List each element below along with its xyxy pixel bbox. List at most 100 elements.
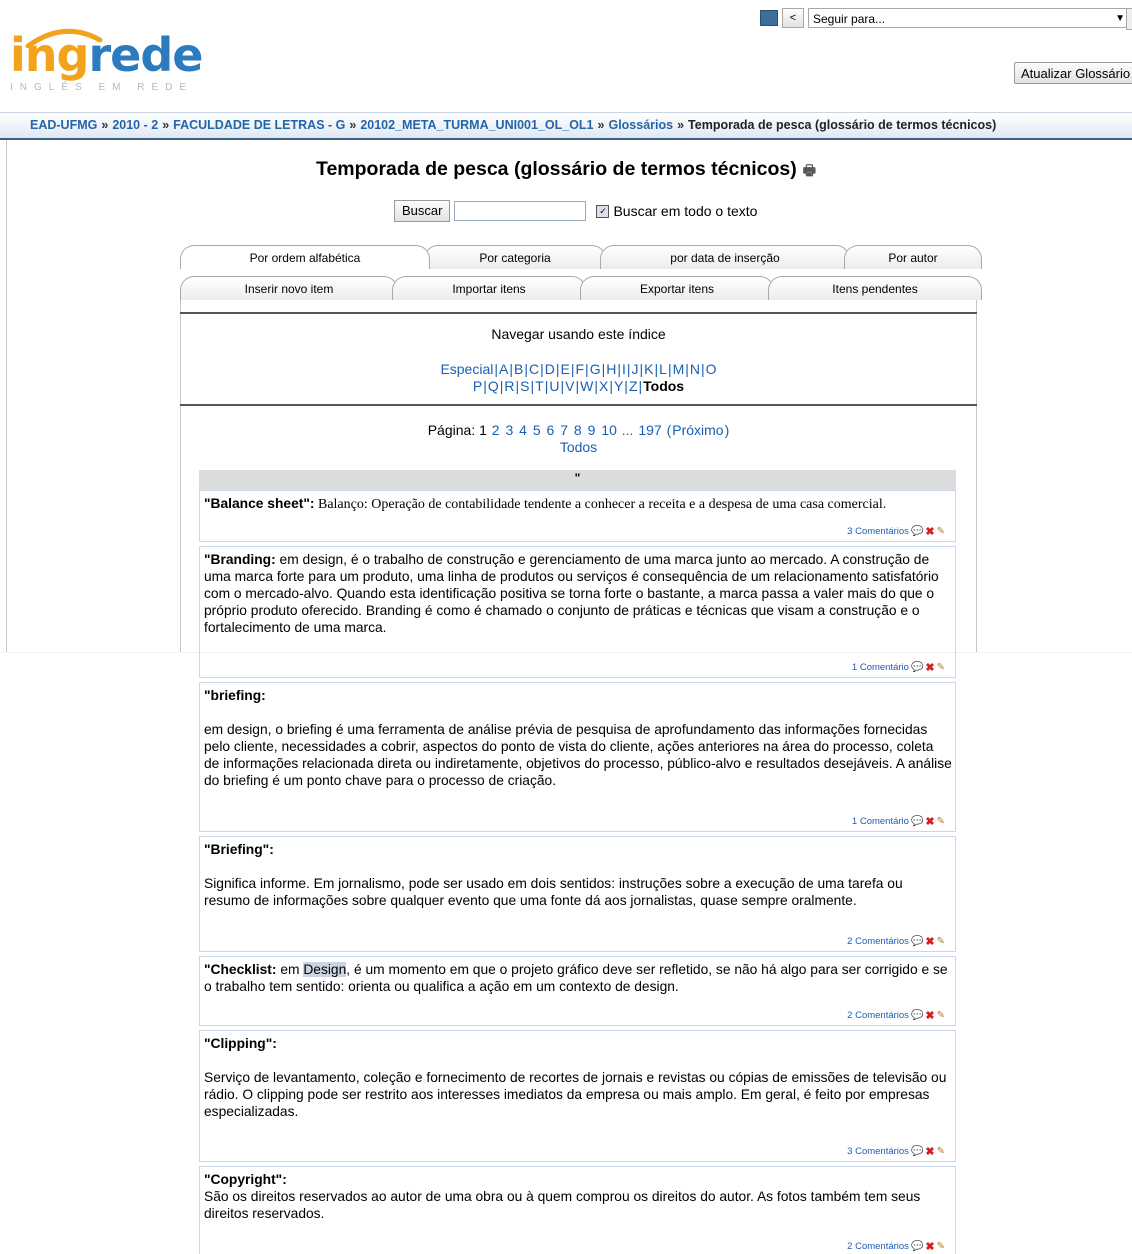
edit-icon[interactable]: ✎: [937, 936, 945, 947]
index-letter[interactable]: U: [549, 378, 559, 394]
next-activity-button[interactable]: [1126, 8, 1132, 30]
delete-icon[interactable]: ✖: [925, 525, 934, 538]
comments-link[interactable]: 1 Comentário: [852, 662, 909, 673]
fulltext-checkbox[interactable]: ✓: [596, 204, 610, 218]
comments-link[interactable]: 1 Comentário: [852, 816, 909, 827]
tab-category[interactable]: Por categoria: [424, 245, 606, 269]
index-letter[interactable]: I: [622, 361, 626, 377]
index-letter[interactable]: K: [644, 361, 653, 377]
comment-icon[interactable]: 💬: [911, 1241, 923, 1252]
page-link-last[interactable]: 197: [638, 422, 661, 438]
delete-icon[interactable]: ✖: [925, 1145, 934, 1158]
index-letter[interactable]: C: [529, 361, 539, 377]
edit-icon[interactable]: ✎: [937, 662, 945, 673]
index-letter[interactable]: Q: [488, 378, 499, 394]
index-letter[interactable]: E: [561, 361, 570, 377]
index-letter[interactable]: W: [580, 378, 593, 394]
index-letter[interactable]: D: [545, 361, 555, 377]
comments-link[interactable]: 3 Comentários: [847, 526, 909, 537]
index-letter[interactable]: X: [599, 378, 608, 394]
index-letter[interactable]: N: [690, 361, 700, 377]
index-special[interactable]: Especial: [440, 361, 493, 377]
page-all-link[interactable]: Todos: [560, 439, 597, 455]
printer-icon[interactable]: 🖶: [803, 160, 816, 184]
edit-icon[interactable]: ✎: [937, 816, 945, 827]
breadcrumb-term[interactable]: 2010 - 2: [112, 118, 158, 132]
delete-icon[interactable]: ✖: [925, 935, 934, 948]
index-letter[interactable]: S: [520, 378, 529, 394]
index-letter[interactable]: G: [590, 361, 601, 377]
page-link[interactable]: 3: [505, 422, 513, 438]
comment-icon[interactable]: 💬: [911, 816, 923, 827]
breadcrumb-separator: »: [162, 118, 170, 132]
site-logo[interactable]: ingrede INGLÊS EM REDE: [10, 28, 203, 93]
search-input[interactable]: [454, 201, 587, 221]
breadcrumb-faculty[interactable]: FACULDADE DE LETRAS - G: [173, 118, 345, 132]
index-letter[interactable]: B: [514, 361, 523, 377]
tab-add-entry[interactable]: Inserir novo item: [180, 276, 398, 300]
edit-icon[interactable]: ✎: [937, 1146, 945, 1157]
search-button[interactable]: Buscar: [394, 200, 451, 222]
next-page-link[interactable]: Próximo: [672, 422, 723, 438]
page-link[interactable]: 6: [547, 422, 555, 438]
delete-icon[interactable]: ✖: [925, 815, 934, 828]
jump-to-select[interactable]: Seguir para... ▼: [808, 8, 1130, 28]
index-letter[interactable]: J: [632, 361, 639, 377]
comments-link[interactable]: 3 Comentários: [847, 1146, 909, 1157]
update-glossary-button[interactable]: Atualizar Glossário: [1014, 62, 1132, 84]
index-letter[interactable]: A: [499, 361, 508, 377]
comments-link[interactable]: 2 Comentários: [847, 936, 909, 947]
edit-icon[interactable]: ✎: [937, 1241, 945, 1252]
page-link[interactable]: 5: [533, 422, 541, 438]
entry-term: "Briefing":: [204, 842, 274, 857]
breadcrumb-site[interactable]: EAD-UFMG: [30, 118, 97, 132]
comment-icon[interactable]: 💬: [911, 936, 923, 947]
tab-date[interactable]: por data de inserção: [600, 245, 850, 269]
page-link[interactable]: 8: [574, 422, 582, 438]
tab-pending[interactable]: Itens pendentes: [768, 276, 982, 300]
index-letter[interactable]: P: [473, 378, 482, 394]
breadcrumb-course[interactable]: 20102_META_TURMA_UNI001_OL_OL1: [360, 118, 593, 132]
comment-icon[interactable]: 💬: [911, 1010, 923, 1021]
page-link[interactable]: 10: [601, 422, 617, 438]
breadcrumb-glossaries[interactable]: Glossários: [608, 118, 673, 132]
entry-actions: 3 Comentários 💬 ✖ ✎: [847, 1145, 945, 1158]
index-letter[interactable]: T: [535, 378, 544, 394]
page-link[interactable]: 7: [560, 422, 568, 438]
delete-icon[interactable]: ✖: [925, 661, 934, 674]
index-letter[interactable]: L: [659, 361, 667, 377]
comment-icon[interactable]: 💬: [911, 526, 923, 537]
comments-link[interactable]: 2 Comentários: [847, 1241, 909, 1252]
index-letter[interactable]: H: [606, 361, 616, 377]
previous-activity-button[interactable]: <: [782, 8, 804, 28]
index-letter[interactable]: M: [673, 361, 685, 377]
comment-icon[interactable]: 💬: [911, 662, 923, 673]
index-letter[interactable]: O: [706, 361, 717, 377]
delete-icon[interactable]: ✖: [925, 1009, 934, 1022]
page-link[interactable]: 9: [588, 422, 596, 438]
jump-menu-icon[interactable]: [760, 10, 778, 26]
tab-alphabetical[interactable]: Por ordem alfabética: [180, 245, 430, 269]
index-letter[interactable]: R: [504, 378, 514, 394]
edit-icon[interactable]: ✎: [937, 1010, 945, 1021]
comments-link[interactable]: 2 Comentários: [847, 1010, 909, 1021]
delete-icon[interactable]: ✖: [925, 1240, 934, 1253]
page-link[interactable]: 4: [519, 422, 527, 438]
tab-author[interactable]: Por autor: [844, 245, 982, 269]
comment-icon[interactable]: 💬: [911, 1146, 923, 1157]
index-letter[interactable]: V: [565, 378, 574, 394]
index-letter[interactable]: Z: [629, 378, 638, 394]
index-separator: |: [667, 361, 672, 377]
tab-export[interactable]: Exportar itens: [580, 276, 774, 300]
index-letter[interactable]: F: [575, 361, 584, 377]
index-letter[interactable]: Y: [614, 378, 623, 394]
tab-import[interactable]: Importar itens: [392, 276, 586, 300]
logo-text-ing: ing: [10, 28, 89, 82]
entry-definition: São os direitos reservados ao autor de u…: [204, 1189, 921, 1221]
entry-actions: 1 Comentário 💬 ✖ ✎: [852, 661, 945, 674]
page-title: Temporada de pesca (glossário de termos …: [315, 158, 797, 180]
browse-title: Navegar usando este índice: [491, 326, 666, 342]
edit-icon[interactable]: ✎: [937, 526, 945, 537]
index-separator: |: [509, 361, 513, 377]
page-link[interactable]: 2: [492, 422, 500, 438]
